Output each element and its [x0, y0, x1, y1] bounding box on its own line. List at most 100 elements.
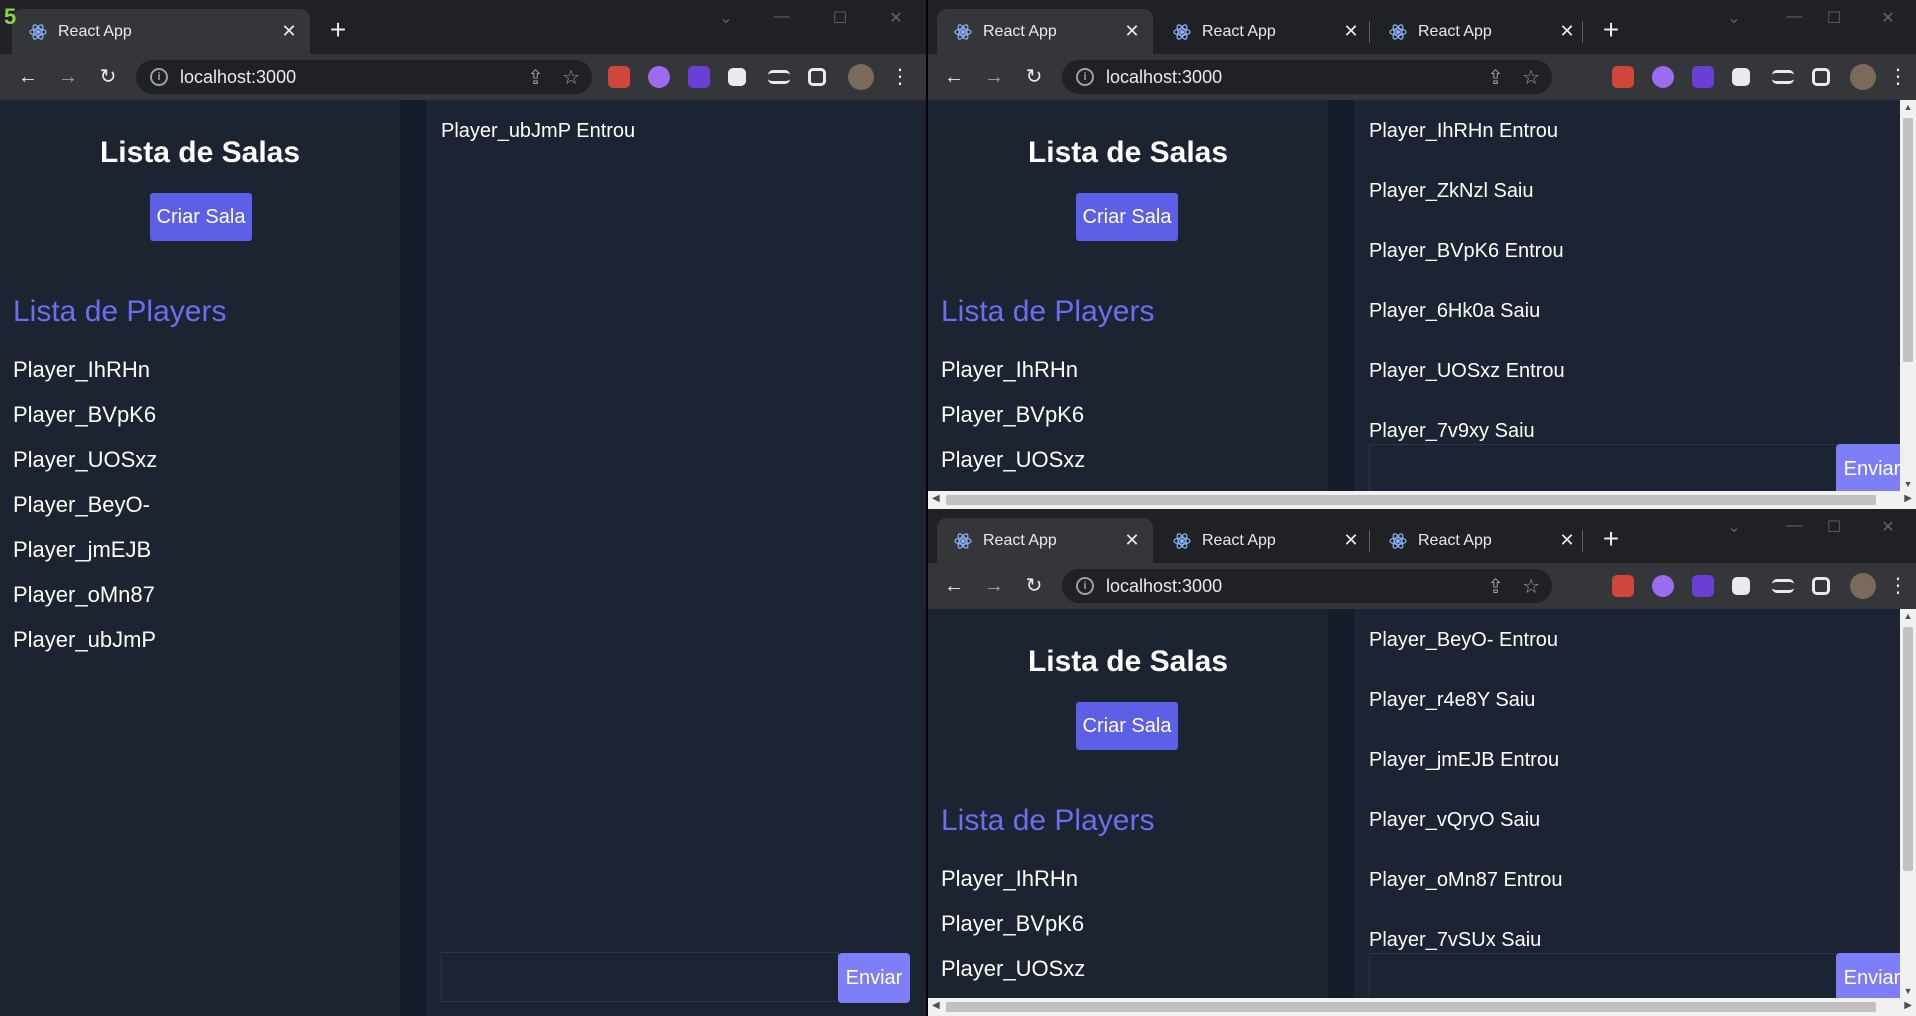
send-button[interactable]: Enviar — [1836, 953, 1908, 998]
url-text[interactable]: localhost:3000 — [1106, 67, 1222, 88]
scrollbar-thumb[interactable] — [946, 1002, 1876, 1012]
side-panel-icon[interactable] — [1812, 577, 1830, 595]
close-icon[interactable]: ✕ — [1121, 530, 1143, 551]
avatar[interactable] — [1850, 573, 1876, 599]
tab-search-icon[interactable]: ⌄ — [706, 8, 746, 28]
horizontal-scrollbar[interactable]: ◀ ▶ — [928, 998, 1916, 1016]
info-icon[interactable]: i — [1076, 68, 1094, 86]
new-tab-button[interactable]: + — [323, 16, 353, 46]
send-button[interactable]: Enviar — [1836, 444, 1908, 491]
back-icon[interactable]: ← — [940, 572, 968, 600]
info-icon[interactable]: i — [150, 68, 168, 86]
scroll-right-icon[interactable]: ▶ — [1904, 1000, 1912, 1011]
extension-purple-icon[interactable] — [648, 66, 670, 88]
share-icon[interactable]: ⇪ — [1487, 574, 1504, 599]
avatar[interactable] — [1850, 64, 1876, 90]
extension-violet-icon[interactable] — [1692, 575, 1714, 597]
close-icon[interactable]: ✕ — [278, 21, 300, 42]
scrollbar-thumb[interactable] — [1903, 118, 1913, 362]
extension-red-icon[interactable] — [1612, 575, 1634, 597]
puzzle-icon[interactable] — [1732, 68, 1750, 86]
star-icon[interactable]: ☆ — [562, 65, 580, 90]
minimize-icon[interactable]: — — [1774, 517, 1814, 535]
maximize-icon[interactable]: ☐ — [1814, 517, 1854, 537]
scroll-up-icon[interactable]: ▲ — [1900, 102, 1916, 112]
back-icon[interactable]: ← — [14, 63, 42, 91]
scroll-right-icon[interactable]: ▶ — [1904, 493, 1912, 504]
scroll-down-icon[interactable]: ▼ — [1900, 986, 1916, 996]
back-icon[interactable]: ← — [940, 63, 968, 91]
tab-react-app[interactable]: React App ✕ — [1372, 9, 1588, 54]
maximize-icon[interactable]: ☐ — [1814, 8, 1854, 28]
address-bar[interactable]: i localhost:3000 ⇪ ☆ — [136, 60, 592, 94]
minimize-icon[interactable]: — — [762, 8, 802, 26]
url-text[interactable]: localhost:3000 — [1106, 576, 1222, 597]
reload-icon[interactable]: ↻ — [1020, 63, 1048, 91]
tab-react-app[interactable]: React App ✕ — [937, 9, 1153, 54]
reload-icon[interactable]: ↻ — [94, 63, 122, 91]
reload-icon[interactable]: ↻ — [1020, 572, 1048, 600]
menu-icon[interactable]: ⋮ — [1884, 572, 1912, 600]
menu-icon[interactable]: ⋮ — [886, 63, 914, 91]
create-room-button[interactable]: Criar Sala — [150, 193, 252, 241]
close-icon[interactable]: ✕ — [1340, 21, 1362, 42]
chat-input[interactable] — [441, 952, 839, 1002]
scroll-left-icon[interactable]: ◀ — [932, 493, 940, 504]
tab-react-app[interactable]: React App ✕ — [1372, 518, 1588, 563]
new-tab-button[interactable]: + — [1596, 525, 1626, 555]
close-icon[interactable]: ✕ — [1556, 530, 1578, 551]
minimize-icon[interactable]: — — [1774, 8, 1814, 26]
close-icon[interactable]: ✕ — [1556, 21, 1578, 42]
tab-react-app[interactable]: React App ✕ — [1156, 518, 1372, 563]
tab-react-app[interactable]: React App ✕ — [12, 9, 310, 54]
vertical-scrollbar[interactable]: ▲ ▼ — [1900, 609, 1916, 998]
forward-icon[interactable]: → — [980, 572, 1008, 600]
extension-red-icon[interactable] — [1612, 66, 1634, 88]
forward-icon[interactable]: → — [54, 63, 82, 91]
avatar[interactable] — [848, 64, 874, 90]
send-button[interactable]: Enviar — [838, 953, 910, 1003]
tab-search-icon[interactable]: ⌄ — [1714, 8, 1754, 28]
share-icon[interactable]: ⇪ — [527, 65, 544, 90]
tab-react-app[interactable]: React App ✕ — [937, 518, 1153, 563]
side-panel-icon[interactable] — [1812, 68, 1830, 86]
tab-search-icon[interactable]: ⌄ — [1714, 517, 1754, 537]
reading-list-icon[interactable] — [1772, 70, 1794, 84]
vertical-scrollbar[interactable]: ▲ ▼ — [1900, 100, 1916, 491]
horizontal-scrollbar[interactable]: ◀ ▶ — [928, 491, 1916, 509]
scrollbar-thumb[interactable] — [946, 495, 1876, 505]
close-window-icon[interactable]: ✕ — [876, 8, 916, 28]
extension-violet-icon[interactable] — [688, 66, 710, 88]
scroll-down-icon[interactable]: ▼ — [1900, 479, 1916, 489]
menu-icon[interactable]: ⋮ — [1884, 63, 1912, 91]
star-icon[interactable]: ☆ — [1522, 65, 1540, 90]
address-bar[interactable]: i localhost:3000 ⇪ ☆ — [1062, 569, 1552, 603]
side-panel-icon[interactable] — [808, 68, 826, 86]
scroll-up-icon[interactable]: ▲ — [1900, 611, 1916, 621]
chat-input[interactable] — [1369, 444, 1839, 491]
puzzle-icon[interactable] — [728, 68, 746, 86]
reading-list-icon[interactable] — [1772, 579, 1794, 593]
scrollbar-thumb[interactable] — [1903, 627, 1913, 871]
share-icon[interactable]: ⇪ — [1487, 65, 1504, 90]
close-window-icon[interactable]: ✕ — [1868, 8, 1908, 28]
maximize-icon[interactable]: ☐ — [820, 8, 860, 28]
extension-violet-icon[interactable] — [1692, 66, 1714, 88]
close-icon[interactable]: ✕ — [1121, 21, 1143, 42]
star-icon[interactable]: ☆ — [1522, 574, 1540, 599]
close-window-icon[interactable]: ✕ — [1868, 517, 1908, 537]
create-room-button[interactable]: Criar Sala — [1076, 702, 1178, 750]
extension-purple-icon[interactable] — [1652, 66, 1674, 88]
reading-list-icon[interactable] — [768, 70, 790, 84]
extension-purple-icon[interactable] — [1652, 575, 1674, 597]
info-icon[interactable]: i — [1076, 577, 1094, 595]
scroll-left-icon[interactable]: ◀ — [932, 1000, 940, 1011]
puzzle-icon[interactable] — [1732, 577, 1750, 595]
url-text[interactable]: localhost:3000 — [180, 67, 296, 88]
address-bar[interactable]: i localhost:3000 ⇪ ☆ — [1062, 60, 1552, 94]
tab-react-app[interactable]: React App ✕ — [1156, 9, 1372, 54]
new-tab-button[interactable]: + — [1596, 16, 1626, 46]
forward-icon[interactable]: → — [980, 63, 1008, 91]
chat-input[interactable] — [1369, 953, 1839, 998]
create-room-button[interactable]: Criar Sala — [1076, 193, 1178, 241]
